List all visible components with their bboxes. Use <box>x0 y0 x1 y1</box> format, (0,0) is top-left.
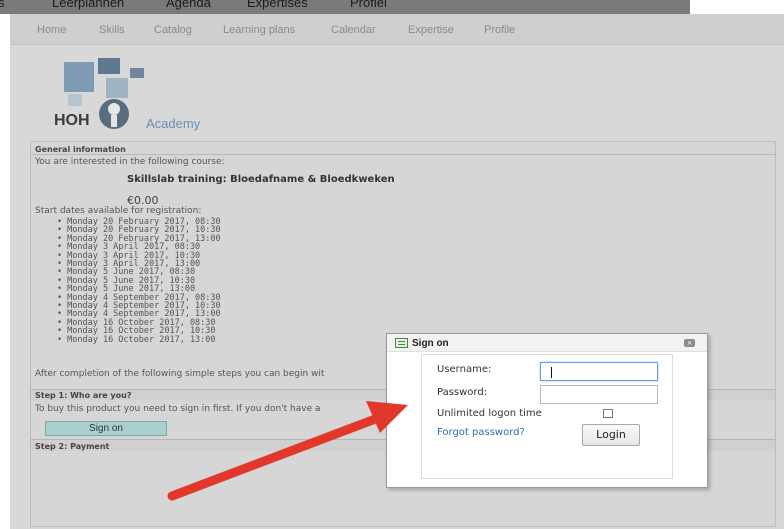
top-nav-item-profiel[interactable]: Profiel <box>350 0 387 10</box>
completion-text: After completion of the following simple… <box>35 369 325 379</box>
nav-expertise[interactable]: Expertise <box>408 24 454 36</box>
close-icon[interactable]: × <box>684 339 695 347</box>
forgot-password-link[interactable]: Forgot password? <box>437 427 525 438</box>
step1-text: To buy this product you need to sign in … <box>35 404 321 414</box>
top-nav-item-expertises[interactable]: Expertises <box>247 0 308 10</box>
main-nav: Home Skills Catalog Learning plans Calen… <box>10 14 784 45</box>
nav-skills[interactable]: Skills <box>99 24 125 36</box>
dates-intro: Start dates available for registration: <box>35 206 202 216</box>
text-caret <box>551 367 552 378</box>
unlimited-logon-label: Unlimited logon time <box>437 408 542 419</box>
nav-learning-plans[interactable]: Learning plans <box>223 24 295 36</box>
username-label: Username: <box>437 364 492 375</box>
login-button[interactable]: Login <box>582 424 640 446</box>
hoh-academy-logo[interactable]: HOH Academy <box>46 54 246 134</box>
top-nav-strip: s Leerplannen Agenda Expertises Profiel <box>0 0 690 14</box>
start-date-item: Monday 16 October 2017, 13:00 <box>57 335 221 344</box>
course-intro: You are interested in the following cour… <box>35 157 225 167</box>
logo-hoh-text: HOH <box>54 112 90 129</box>
course-title: Skillslab training: Bloedafname & Bloedk… <box>127 174 395 185</box>
sign-on-dialog: Sign on × Username: Password: Unlimited … <box>386 333 708 488</box>
general-information-heading: General information <box>35 145 126 154</box>
password-label: Password: <box>437 387 488 398</box>
window-icon <box>395 338 408 348</box>
top-nav-item-leerplannen[interactable]: Leerplannen <box>52 0 124 10</box>
step2-heading: Step 2: Payment <box>35 442 110 451</box>
step1-heading: Step 1: Who are you? <box>35 391 132 400</box>
login-form: Username: Password: Unlimited logon time… <box>421 354 673 479</box>
nav-calendar[interactable]: Calendar <box>331 24 376 36</box>
dialog-title: Sign on <box>412 338 449 349</box>
unlimited-logon-checkbox[interactable] <box>603 409 613 418</box>
top-nav-item[interactable]: s <box>0 0 5 10</box>
nav-home[interactable]: Home <box>37 24 66 36</box>
start-dates-list: Monday 20 February 2017, 08:30 Monday 20… <box>57 218 221 345</box>
logo-academy-text: Academy <box>146 116 201 131</box>
password-input[interactable] <box>540 385 658 404</box>
nav-profile[interactable]: Profile <box>484 24 515 36</box>
sign-on-button[interactable]: Sign on <box>45 421 167 436</box>
dialog-titlebar[interactable]: Sign on × <box>387 334 707 352</box>
top-nav-item-agenda[interactable]: Agenda <box>166 0 211 10</box>
nav-catalog[interactable]: Catalog <box>154 24 192 36</box>
username-input[interactable] <box>540 362 658 381</box>
